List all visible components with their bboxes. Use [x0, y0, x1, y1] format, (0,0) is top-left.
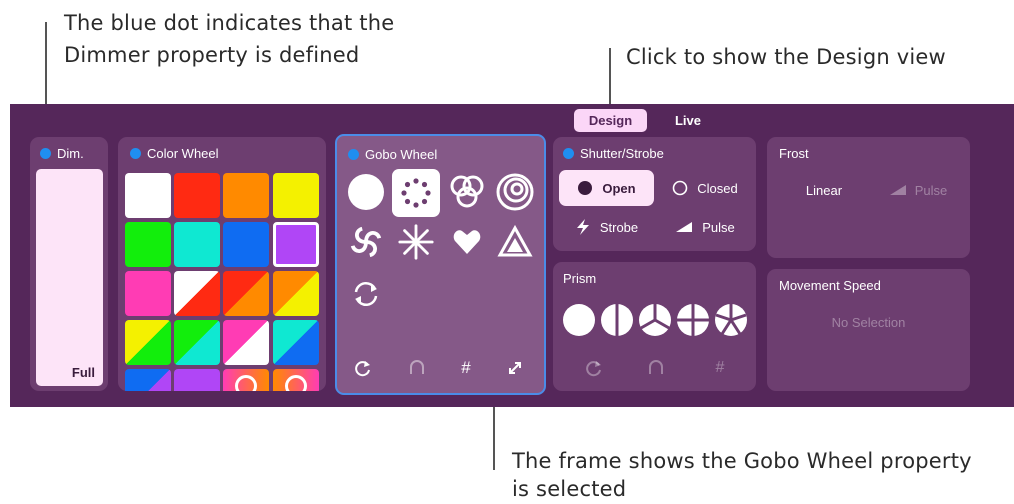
color-swatch-green[interactable] [125, 222, 171, 267]
expand-icon[interactable] [501, 354, 529, 382]
prism-hash-button[interactable]: # [706, 354, 734, 382]
callout-frame-line1: The frame shows the Gobo Wheel property [512, 449, 972, 473]
gobo-wheel-title: Gobo Wheel [365, 147, 438, 162]
color-swatch-red[interactable] [174, 173, 220, 218]
color-swatch-yellow[interactable] [273, 173, 319, 218]
gobo-trefoil-icon[interactable] [447, 172, 487, 212]
prism-5-facet-icon[interactable] [713, 302, 749, 338]
callout-frame-line2: is selected [512, 477, 627, 501]
dimmer-card[interactable]: Dim. Full [30, 137, 108, 391]
frost-card[interactable]: Frost Linear Pulse [767, 137, 970, 258]
frost-pulse-button[interactable]: Pulse [873, 175, 963, 205]
gobo-swirl-icon[interactable] [346, 222, 386, 262]
color-swatch-rainbow-1[interactable] [223, 369, 269, 391]
color-swatch-yellow-green[interactable] [125, 320, 171, 365]
color-swatch-purple-selected[interactable] [273, 222, 319, 267]
dimmer-title: Dim. [57, 146, 84, 161]
movement-title: Movement Speed [779, 278, 881, 293]
tab-design[interactable]: Design [574, 109, 647, 132]
prism-shake-icon[interactable] [642, 354, 670, 382]
color-swatch-orange[interactable] [223, 173, 269, 218]
gobo-heart-icon[interactable] [447, 222, 487, 262]
color-swatch-rainbow-2[interactable] [273, 369, 319, 391]
shutter-closed-button[interactable]: Closed [659, 170, 751, 206]
color-swatch-cyan-blue[interactable] [273, 320, 319, 365]
color-swatch-violet[interactable] [174, 369, 220, 391]
prism-3-facet-icon[interactable] [637, 302, 673, 338]
shutter-strobe-button[interactable]: Strobe [559, 210, 654, 244]
color-swatch-green-cyan[interactable] [174, 320, 220, 365]
shutter-strobe-card[interactable]: Shutter/Strobe Open Closed Strobe Pulse [553, 137, 756, 251]
rainbow-ring-icon [285, 375, 307, 391]
color-wheel-title: Color Wheel [147, 146, 219, 161]
gobo-open-icon[interactable] [346, 172, 386, 212]
ramp-icon [889, 185, 906, 195]
dimmer-value: Full [71, 365, 95, 380]
defined-dot-icon [348, 149, 359, 160]
callout-dimmer-line1: The blue dot indicates that the [64, 11, 395, 35]
no-selection-text: No Selection [831, 315, 906, 330]
color-swatch-orange-yellow[interactable] [273, 271, 319, 316]
gobo-dots-selected-icon[interactable] [392, 169, 440, 217]
shutter-open-button[interactable]: Open [559, 170, 654, 206]
prism-open-icon[interactable] [561, 302, 597, 338]
movement-speed-card[interactable]: Movement Speed No Selection [767, 269, 970, 391]
rainbow-ring-icon [235, 375, 257, 391]
color-swatch-blue-purple[interactable] [125, 369, 171, 391]
rotate-shake-icon[interactable] [403, 354, 431, 382]
dimmer-slider[interactable]: Full [36, 169, 103, 386]
gobo-pinwheel-icon[interactable] [396, 222, 436, 262]
shutter-pulse-button[interactable]: Pulse [659, 210, 751, 244]
index-hash-button[interactable]: # [452, 354, 480, 382]
open-circle-icon [578, 181, 593, 195]
gobo-wheel-card-selected[interactable]: Gobo Wheel # [335, 134, 546, 395]
prism-title: Prism [563, 271, 597, 286]
rotate-clockwise-icon[interactable] [349, 354, 377, 382]
prism-card[interactable]: Prism # [553, 262, 756, 391]
defined-dot-icon [40, 148, 51, 159]
color-swatch-cyan[interactable] [174, 222, 220, 267]
prism-rotate-icon[interactable] [580, 354, 608, 382]
callout-design: Click to show the Design view [626, 45, 946, 69]
closed-circle-icon [672, 180, 688, 196]
color-wheel-card[interactable]: Color Wheel [118, 137, 326, 391]
color-swatch-white[interactable] [125, 173, 171, 218]
defined-dot-icon [563, 148, 574, 159]
lightning-icon [576, 219, 589, 235]
gobo-rings-icon[interactable] [495, 172, 535, 212]
frost-linear-button[interactable]: Linear [779, 175, 869, 205]
prism-4-facet-icon[interactable] [675, 302, 711, 338]
color-swatch-magenta-white[interactable] [223, 320, 269, 365]
gobo-triangle-icon[interactable] [495, 222, 535, 262]
frost-title: Frost [779, 146, 809, 161]
tab-live[interactable]: Live [656, 109, 720, 132]
callout-line-design [609, 48, 611, 104]
callout-dimmer-line2: Dimmer property is defined [64, 43, 360, 67]
color-swatch-white-red[interactable] [174, 271, 220, 316]
color-swatch-blue[interactable] [223, 222, 269, 267]
color-swatch-magenta[interactable] [125, 271, 171, 316]
color-swatch-red-orange[interactable] [223, 271, 269, 316]
defined-dot-icon [130, 148, 141, 159]
ramp-icon [676, 222, 693, 232]
gobo-rotate-cycle-icon[interactable] [346, 274, 386, 314]
prism-2-facet-icon[interactable] [599, 302, 635, 338]
shutter-title: Shutter/Strobe [580, 146, 664, 161]
